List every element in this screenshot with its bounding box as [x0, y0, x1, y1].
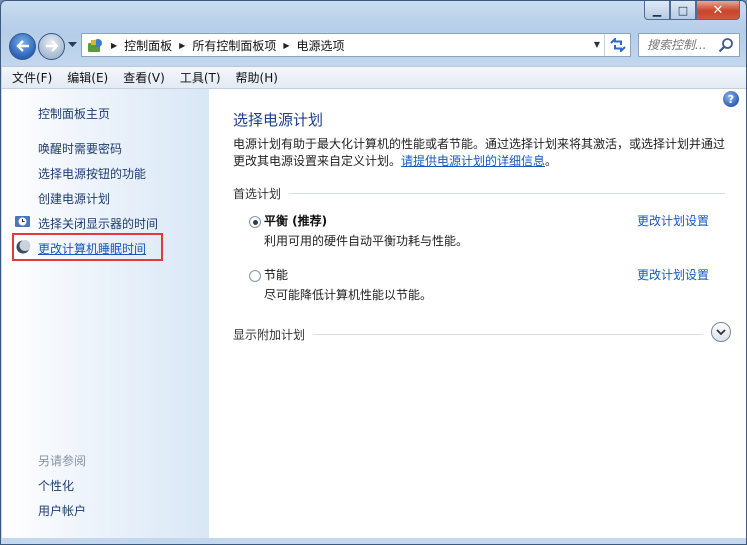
forward-arrow-icon	[45, 40, 59, 52]
search-icon[interactable]	[718, 37, 734, 53]
menu-help[interactable]: 帮助(H)	[236, 69, 278, 86]
plan-details-link[interactable]: 请提供电源计划的详细信息	[401, 154, 545, 168]
breadcrumb-power-options[interactable]: 电源选项	[297, 37, 345, 54]
help-icon[interactable]: ?	[723, 91, 739, 107]
plan-balanced-description: 利用可用的硬件自动平衡功耗与性能。	[264, 234, 469, 248]
preferred-plans-label: 首选计划	[233, 186, 282, 201]
show-additional-plans-label[interactable]: 显示附加计划	[233, 326, 313, 343]
breadcrumb-control-panel[interactable]: 控制面板	[124, 37, 172, 54]
description-period: 。	[545, 154, 558, 168]
control-panel-window: ▁ □ ✕ ▶ 控制面板 ▶ 所有控制面板项 ▶ 电源选项 ▼ 搜索控制... …	[0, 0, 747, 545]
breadcrumb-all-items[interactable]: 所有控制面板项	[192, 37, 276, 54]
divider	[313, 333, 703, 335]
page-title: 选择电源计划	[233, 111, 324, 129]
close-button[interactable]: ✕	[696, 1, 740, 20]
back-button[interactable]	[9, 32, 36, 60]
plan-balanced-radio[interactable]	[249, 216, 261, 228]
sidebar-link-personalization[interactable]: 个性化	[38, 477, 74, 494]
refresh-icon	[609, 38, 626, 52]
plan-power-saver-description: 尽可能降低计算机性能以节能。	[264, 288, 433, 302]
search-box[interactable]	[638, 33, 740, 57]
divider	[289, 192, 725, 194]
chevron-down-icon	[68, 42, 77, 47]
content-area: 控制面板主页 唤醒时需要密码 选择电源按钮的功能 创建电源计划 选择关闭显示器的…	[2, 89, 746, 538]
refresh-button[interactable]	[604, 34, 630, 56]
see-also-title: 另请参阅	[38, 454, 87, 468]
sidebar-link-display-off[interactable]: 选择关闭显示器的时间	[38, 215, 158, 232]
search-input[interactable]	[647, 38, 719, 52]
plan-balanced-settings-link[interactable]: 更改计划设置	[637, 212, 709, 229]
menu-bar: 文件(F) 编辑(E) 查看(V) 工具(T) 帮助(H)	[2, 66, 746, 89]
control-panel-icon	[86, 37, 104, 53]
back-arrow-icon	[15, 40, 29, 52]
menu-view[interactable]: 查看(V)	[123, 69, 165, 86]
sidebar-link-wake-password[interactable]: 唤醒时需要密码	[38, 140, 122, 157]
additional-plans-header[interactable]: 显示附加计划	[233, 326, 703, 342]
sidebar: 控制面板主页 唤醒时需要密码 选择电源按钮的功能 创建电源计划 选择关闭显示器的…	[2, 89, 209, 538]
main-panel: ? 选择电源计划 电源计划有助于最大化计算机的性能或者节能。通过选择计划来将其激…	[209, 89, 746, 538]
display-clock-icon	[15, 216, 30, 227]
expand-additional-plans-button[interactable]	[711, 322, 731, 342]
breadcrumb-separator-icon: ▶	[111, 40, 118, 50]
menu-file[interactable]: 文件(F)	[12, 69, 52, 86]
address-dropdown-icon[interactable]: ▼	[594, 40, 600, 49]
minimize-button[interactable]: ▁	[644, 1, 670, 20]
sidebar-link-user-accounts[interactable]: 用户帐户	[38, 502, 86, 519]
plan-power-saver-name[interactable]: 节能	[264, 266, 288, 283]
sidebar-link-home[interactable]: 控制面板主页	[38, 105, 110, 122]
plan-description-text: 电源计划有助于最大化计算机的性能或者节能。通过选择计划来将其激活，或选择计划并通…	[233, 136, 733, 170]
forward-button[interactable]	[38, 32, 65, 60]
caption-buttons: ▁ □ ✕	[644, 1, 740, 20]
breadcrumb-separator-icon[interactable]: ▶	[283, 41, 289, 50]
recent-pages-dropdown[interactable]	[68, 41, 77, 51]
menu-tools[interactable]: 工具(T)	[180, 69, 221, 86]
sidebar-link-power-button[interactable]: 选择电源按钮的功能	[38, 165, 146, 182]
moon-sleep-icon	[16, 240, 31, 254]
address-bar[interactable]: ▶ 控制面板 ▶ 所有控制面板项 ▶ 电源选项 ▼	[81, 33, 631, 57]
plan-balanced-name[interactable]: 平衡 (推荐)	[264, 212, 327, 229]
close-icon: ✕	[712, 2, 724, 18]
minimize-icon: ▁	[652, 3, 662, 17]
breadcrumb-separator-icon[interactable]: ▶	[179, 41, 185, 50]
sidebar-link-create-plan[interactable]: 创建电源计划	[38, 190, 110, 207]
preferred-plans-header: 首选计划	[233, 185, 725, 201]
chevron-down-icon	[716, 328, 726, 335]
plan-power-saver-radio[interactable]	[249, 270, 261, 282]
sidebar-link-sleep-time[interactable]: 更改计算机睡眠时间	[38, 240, 146, 257]
menu-edit[interactable]: 编辑(E)	[67, 69, 108, 86]
plan-power-saver-settings-link[interactable]: 更改计划设置	[637, 266, 709, 283]
maximize-button[interactable]: □	[670, 1, 696, 20]
maximize-icon: □	[677, 3, 689, 17]
navigation-bar: ▶ 控制面板 ▶ 所有控制面板项 ▶ 电源选项 ▼	[1, 29, 746, 63]
